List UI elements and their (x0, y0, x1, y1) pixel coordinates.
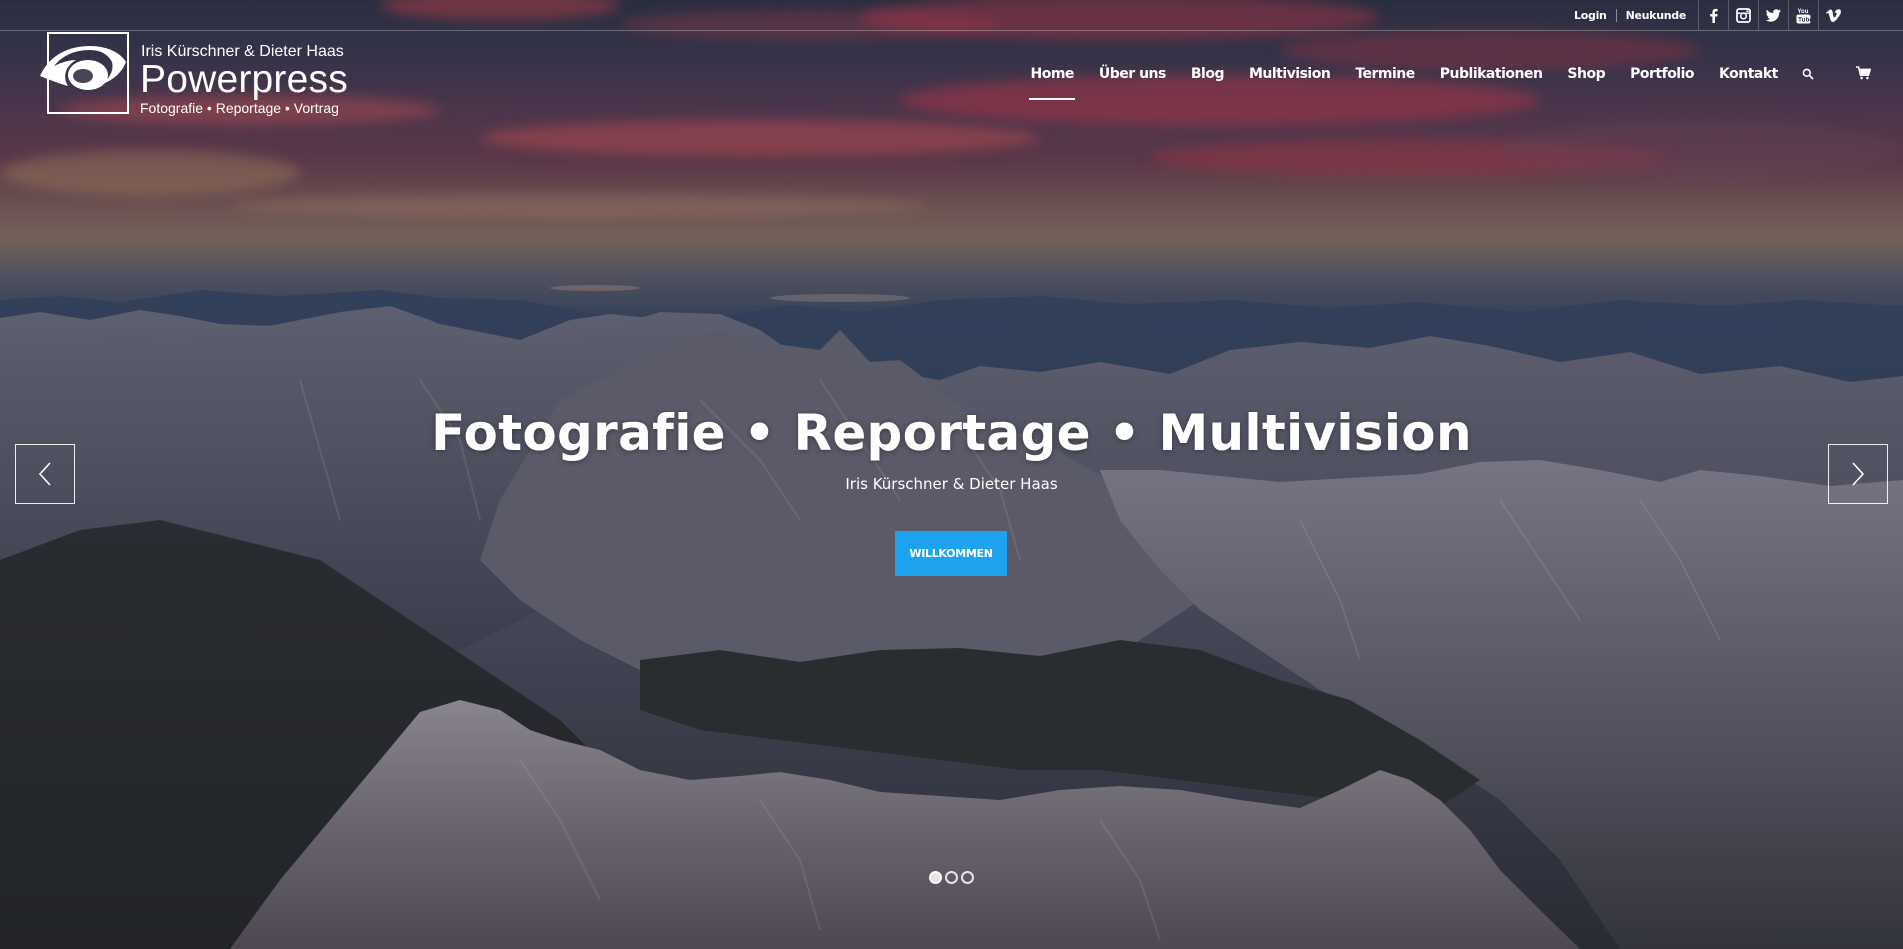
slide-title: Fotografie • Reportage • Multivision (431, 404, 1472, 462)
logo-title: Powerpress (140, 58, 348, 101)
slide-dot-1[interactable] (929, 871, 942, 884)
facebook-icon[interactable] (1698, 0, 1728, 30)
chevron-right-icon (1852, 462, 1865, 486)
nav-item-ueber-uns[interactable]: Über uns (1086, 50, 1178, 100)
slide-dot-2[interactable] (945, 871, 958, 884)
login-link[interactable]: Login (1565, 9, 1616, 22)
nav-item-termine[interactable]: Termine (1343, 50, 1427, 100)
cart-icon[interactable] (1826, 50, 1872, 85)
top-bar: Login Neukunde YouTube (0, 0, 1903, 31)
slide-dot-3[interactable] (961, 871, 974, 884)
svg-text:Tube: Tube (1798, 16, 1811, 23)
eye-icon (40, 46, 126, 90)
nav-item-portfolio[interactable]: Portfolio (1618, 50, 1707, 100)
nav-item-shop[interactable]: Shop (1555, 50, 1618, 100)
chevron-left-icon (38, 462, 51, 486)
previous-slide-button[interactable] (15, 444, 75, 504)
youtube-icon[interactable]: YouTube (1788, 0, 1818, 30)
slide-subtitle: Iris Kürschner & Dieter Haas (845, 475, 1058, 493)
svg-text:You: You (1798, 9, 1809, 15)
main-nav: Home Über uns Blog Multivision Termine P… (1018, 50, 1872, 100)
twitter-icon[interactable] (1758, 0, 1788, 30)
logo-tagline: Fotografie • Reportage • Vortrag (140, 100, 339, 116)
nav-item-kontakt[interactable]: Kontakt (1707, 50, 1791, 100)
search-icon[interactable] (1790, 50, 1826, 100)
vimeo-icon[interactable] (1818, 0, 1848, 30)
nav-item-publikationen[interactable]: Publikationen (1427, 50, 1555, 100)
nav-item-blog[interactable]: Blog (1178, 50, 1236, 100)
register-link[interactable]: Neukunde (1617, 9, 1698, 22)
top-links: Login Neukunde YouTube (1565, 0, 1848, 30)
welcome-button[interactable]: WILLKOMMEN (895, 531, 1007, 576)
nav-item-home[interactable]: Home (1018, 50, 1086, 100)
slide-pagination (929, 871, 974, 884)
next-slide-button[interactable] (1828, 444, 1888, 504)
site-logo[interactable]: Iris Kürschner & Dieter Haas Powerpress … (40, 32, 360, 118)
nav-item-multivision[interactable]: Multivision (1236, 50, 1342, 100)
instagram-icon[interactable] (1728, 0, 1758, 30)
